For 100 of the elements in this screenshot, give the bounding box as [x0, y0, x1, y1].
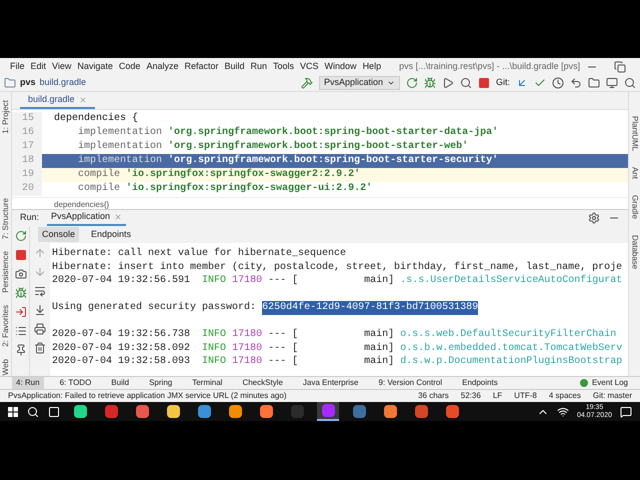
tool-window-tab[interactable]: 2: Favorites — [2, 304, 10, 347]
log-pid: 17180 — [232, 355, 264, 368]
task-view-icon[interactable] — [48, 406, 60, 418]
app-tile-icon[interactable] — [166, 405, 180, 418]
rerun-icon[interactable] — [406, 77, 418, 89]
status-item[interactable]: Git: master — [592, 390, 632, 402]
log-level: INFO — [202, 328, 228, 342]
menu-item[interactable]: File — [10, 60, 25, 74]
commit-icon[interactable] — [534, 77, 546, 89]
breadcrumb-item[interactable]: pvs — [20, 76, 36, 90]
menu-item[interactable]: Help — [362, 60, 382, 74]
run-config-dropdown[interactable]: PvsApplication — [318, 76, 400, 90]
exit-icon[interactable] — [14, 306, 26, 318]
app-tile-icon[interactable] — [260, 405, 272, 418]
log-timestamp: 2020-07-04 19:32:56.738 — [52, 328, 192, 342]
selected-text[interactable]: 6250d4fe-12d9-4097-81f3-bd7100531389 — [262, 301, 478, 314]
menu-item[interactable]: Window — [324, 60, 357, 74]
line-number: 17 — [12, 140, 42, 154]
console-tab[interactable]: Console — [38, 227, 80, 242]
status-item[interactable]: 52:36 — [460, 390, 481, 402]
code-line: implementation 'org.springframework.boot:spring-boot-starter-web' — [77, 140, 470, 154]
tool-window-tab[interactable]: Gradle — [630, 195, 638, 220]
menu-item[interactable]: Tools — [273, 60, 294, 74]
tool-window-tab[interactable]: 1: Project — [2, 100, 10, 134]
tool-window-tab[interactable]: Persistence — [2, 251, 10, 293]
tool-window-tab[interactable]: 7: Structure — [2, 198, 10, 240]
print-icon[interactable] — [34, 323, 46, 335]
menu-item[interactable]: Edit — [30, 60, 46, 74]
menu-item[interactable]: View — [52, 60, 72, 74]
tool-tab[interactable]: Spring — [145, 376, 176, 390]
status-item[interactable]: 4 spaces — [548, 390, 581, 402]
tool-tab[interactable]: 6: TODO — [56, 376, 96, 390]
search-icon[interactable] — [27, 406, 39, 418]
presentation-icon[interactable] — [606, 77, 618, 89]
tool-tab[interactable]: CheckStyle — [238, 376, 287, 390]
app-tile-icon[interactable] — [198, 405, 210, 418]
log-pid: 17180 — [232, 274, 264, 288]
revert-icon[interactable] — [570, 77, 582, 89]
log-timestamp: 2020-07-04 19:32:58.092 — [52, 342, 192, 355]
log-level: INFO — [202, 342, 228, 355]
tool-tab[interactable]: Endpoints — [458, 376, 502, 390]
status-item[interactable]: UTF-8 — [514, 390, 537, 402]
notification-icon[interactable] — [620, 406, 632, 418]
tool-window-tab[interactable]: Ant — [630, 167, 638, 180]
wrap-icon[interactable] — [34, 285, 46, 297]
log-thread: --- [ main] — [268, 274, 396, 288]
console-line: Hibernate: call next value for hibernate_sequence — [52, 247, 348, 260]
event-log-tab[interactable]: Event Log — [580, 377, 628, 389]
tool-tab[interactable]: 9: Version Control — [374, 376, 446, 390]
hammer-icon[interactable] — [300, 77, 313, 89]
app-tile-icon[interactable] — [414, 405, 428, 418]
trash-icon[interactable] — [34, 342, 46, 354]
tool-tab[interactable]: 4: Run — [12, 376, 44, 390]
camera-icon[interactable] — [14, 268, 26, 280]
tool-tab[interactable]: Build — [107, 376, 134, 390]
app-tile-icon[interactable] — [352, 405, 366, 418]
line-number: 15 — [12, 112, 42, 126]
bug-icon[interactable] — [14, 287, 26, 299]
breadcrumb-footer[interactable]: dependencies{} — [54, 200, 110, 209]
stop-icon[interactable] — [14, 249, 26, 261]
menu-item[interactable]: Code — [118, 60, 140, 74]
menu-item[interactable]: Navigate — [77, 60, 113, 74]
status-item[interactable]: LF — [492, 390, 502, 402]
menu-item[interactable]: Analyze — [146, 60, 178, 74]
tool-window-tab[interactable]: Web — [2, 358, 10, 376]
breadcrumb-item[interactable]: build.gradle — [40, 76, 86, 90]
console-tab[interactable]: Endpoints — [87, 227, 136, 242]
pin-icon[interactable] — [14, 344, 26, 356]
menu-item[interactable]: VCS — [300, 60, 319, 74]
bug-icon[interactable] — [424, 77, 436, 89]
restore-icon[interactable] — [614, 60, 626, 72]
tool-tab[interactable]: Java Enterprise — [298, 376, 363, 390]
tool-window-tab[interactable]: Database — [630, 235, 638, 270]
close-icon[interactable] — [78, 96, 87, 104]
menu-item[interactable]: Refactor — [184, 60, 218, 74]
stop-icon[interactable] — [478, 77, 490, 89]
history-icon[interactable] — [552, 77, 564, 89]
search-icon[interactable] — [624, 77, 636, 89]
rerun-icon[interactable] — [14, 230, 26, 242]
tool-tab[interactable]: Terminal — [188, 376, 226, 390]
tool-window-tab[interactable]: PlantUML — [630, 116, 638, 152]
menu-item[interactable]: Build — [224, 60, 244, 74]
network-icon[interactable] — [556, 406, 569, 418]
close-icon[interactable] — [114, 213, 122, 221]
app-tile-icon[interactable] — [74, 405, 86, 418]
app-tile-icon[interactable] — [384, 405, 396, 418]
log-pid: 17180 — [232, 328, 264, 342]
app-tile-icon[interactable] — [322, 404, 334, 417]
menu-item[interactable]: Run — [250, 60, 268, 74]
app-tile-icon[interactable] — [228, 405, 242, 418]
windows-logo-icon[interactable] — [8, 406, 18, 416]
app-tile-icon[interactable] — [446, 405, 458, 418]
settings-icon[interactable] — [588, 212, 600, 224]
app-tile-icon[interactable] — [136, 405, 148, 418]
status-item[interactable]: 36 chars — [418, 390, 449, 402]
git-label: Git: — [496, 76, 510, 90]
app-tile-icon[interactable] — [104, 405, 118, 418]
scroll-end-icon[interactable] — [34, 304, 46, 316]
app-tile-icon[interactable] — [290, 405, 304, 418]
console-line: Hibernate: insert into member (city, postalcode, street, birthday, first_name, last_name, proje — [52, 260, 622, 274]
